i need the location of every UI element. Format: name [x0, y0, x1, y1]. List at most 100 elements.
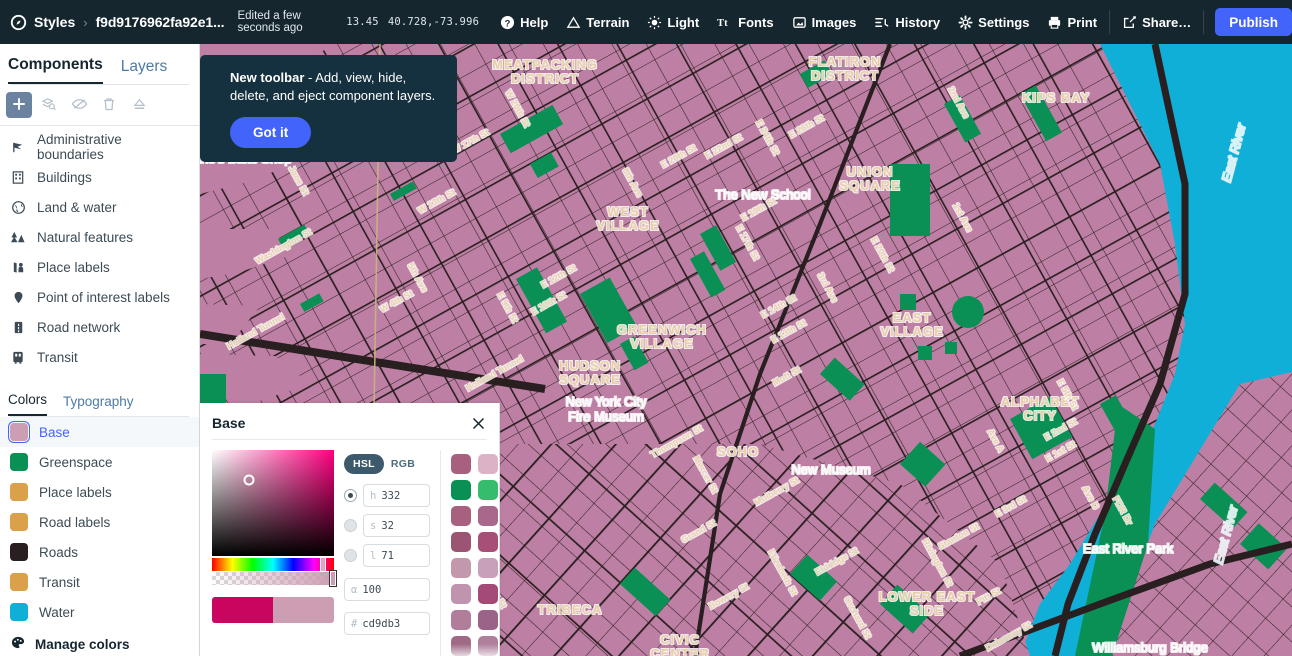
color-item-transit[interactable]: Transit: [0, 567, 199, 597]
alpha-input-label: α: [351, 583, 358, 596]
color-item-roads[interactable]: Roads: [0, 537, 199, 567]
component-item-buildings[interactable]: Buildings: [0, 162, 199, 192]
tab-layers[interactable]: Layers: [121, 58, 168, 84]
hue-slider-handle[interactable]: [320, 557, 326, 572]
component-item-administrative-boundaries[interactable]: Administrative boundaries: [0, 132, 199, 162]
menu-settings[interactable]: Settings: [949, 0, 1038, 44]
hue-radio[interactable]: [344, 489, 357, 502]
close-icon[interactable]: [472, 417, 485, 430]
swatch-cell[interactable]: [478, 610, 499, 630]
menu-history[interactable]: History: [865, 0, 949, 44]
menu-print[interactable]: Print: [1038, 0, 1106, 44]
component-item-poi-labels[interactable]: Point of interest labels: [0, 282, 199, 312]
component-item-natural-features[interactable]: Natural features: [0, 222, 199, 252]
menu-fonts[interactable]: Tt Fonts: [708, 0, 782, 44]
neighborhood-label: HUDSON: [559, 358, 621, 373]
alpha-input[interactable]: α 100: [344, 578, 431, 601]
color-swatch: [8, 421, 30, 443]
component-item-place-labels[interactable]: Place labels: [0, 252, 199, 282]
publish-button[interactable]: Publish: [1215, 8, 1292, 36]
color-item-greenspace[interactable]: Greenspace: [0, 447, 199, 477]
color-item-water[interactable]: Water: [0, 597, 199, 627]
saturation-radio[interactable]: [344, 519, 357, 532]
color-fields-column: HSL RGB h 332 s 32 l 71 α 100 # cd9db3: [344, 450, 431, 656]
help-circle-icon: ?: [500, 15, 515, 30]
hue-input[interactable]: h 332: [363, 484, 431, 507]
saturation-handle[interactable]: [243, 474, 255, 486]
poi-label: New York City: [566, 394, 647, 409]
terrain-triangle-icon: [566, 15, 581, 30]
add-component-button[interactable]: [6, 92, 32, 118]
neighborhood-label: CIVIC: [660, 632, 700, 647]
eject-component-button[interactable]: [126, 92, 152, 118]
swatch-cell[interactable]: [478, 558, 499, 578]
menu-share[interactable]: Share…: [1113, 0, 1200, 44]
tab-colors[interactable]: Colors: [8, 392, 48, 416]
tab-components[interactable]: Components: [8, 56, 103, 84]
share-external-icon: [1122, 15, 1137, 30]
swatch-cell[interactable]: [478, 480, 499, 500]
swatch-cell[interactable]: [478, 584, 499, 604]
swatch-cell[interactable]: [451, 610, 472, 630]
color-picker-body: HSL RGB h 332 s 32 l 71 α 100 # cd9db3: [200, 440, 499, 656]
hue-slider[interactable]: [212, 557, 334, 572]
zoom-level: 13.45: [346, 16, 379, 28]
swatch-cell[interactable]: [478, 454, 499, 474]
swatch-cell[interactable]: [451, 506, 472, 526]
menu-light[interactable]: Light: [638, 0, 708, 44]
tab-typography[interactable]: Typography: [63, 394, 134, 416]
got-it-button[interactable]: Got it: [230, 117, 312, 148]
breadcrumb-style-id[interactable]: f9d9176962fa92e1...: [96, 14, 225, 30]
menu-help[interactable]: ? Help: [491, 0, 557, 44]
alpha-field-row: α 100: [344, 578, 431, 601]
saturation-input[interactable]: s 32: [363, 514, 431, 537]
swatch-cell[interactable]: [478, 506, 499, 526]
alpha-slider-handle[interactable]: [329, 570, 337, 587]
color-swatch: [10, 453, 28, 471]
neighborhood-label: SOHO: [717, 444, 759, 459]
component-item-land-water[interactable]: Land & water: [0, 192, 199, 222]
component-item-road-network[interactable]: Road network: [0, 312, 199, 342]
trash-icon: [102, 96, 116, 115]
saturation-value-area[interactable]: [212, 450, 334, 556]
globe-icon: [10, 200, 26, 215]
breadcrumb-styles-link[interactable]: Styles: [34, 14, 75, 30]
hide-component-button[interactable]: [66, 92, 92, 118]
neighborhood-label: FLATIRON: [809, 54, 882, 69]
neighborhood-label: DISTRICT: [811, 68, 879, 83]
mode-hsl-button[interactable]: HSL: [344, 454, 384, 474]
hex-input-label: #: [351, 617, 358, 630]
neighborhood-label: SQUARE: [559, 372, 621, 387]
color-preview-current[interactable]: [273, 597, 334, 623]
lightness-input[interactable]: l 71: [363, 544, 431, 567]
color-item-base[interactable]: Base: [0, 417, 199, 447]
hex-input-value: cd9db3: [362, 617, 401, 630]
swatch-cell[interactable]: [451, 454, 472, 474]
swatch-cell[interactable]: [451, 636, 472, 656]
menu-terrain[interactable]: Terrain: [557, 0, 638, 44]
color-preview-previous[interactable]: [212, 597, 273, 623]
color-item-place-labels[interactable]: Place labels: [0, 477, 199, 507]
swatch-cell[interactable]: [451, 532, 472, 552]
swatch-cell[interactable]: [451, 558, 472, 578]
recent-swatches-column: [440, 450, 499, 656]
menu-images[interactable]: Images: [783, 0, 866, 44]
swatch-cell[interactable]: [451, 480, 472, 500]
view-component-button[interactable]: [36, 92, 62, 118]
menu-divider-2: [1203, 10, 1205, 34]
swatch-cell[interactable]: [451, 584, 472, 604]
component-toolbar: [0, 85, 199, 126]
component-item-transit[interactable]: Transit: [0, 342, 199, 372]
hex-input[interactable]: # cd9db3: [344, 612, 431, 635]
manage-colors-button[interactable]: Manage colors: [0, 627, 199, 653]
alpha-slider[interactable]: [212, 570, 337, 587]
swatch-cell[interactable]: [478, 532, 499, 552]
swatch-cell[interactable]: [478, 636, 499, 656]
delete-component-button[interactable]: [96, 92, 122, 118]
mode-rgb-button[interactable]: RGB: [391, 458, 415, 470]
menu-images-label: Images: [811, 14, 857, 30]
neighborhood-label: GREENWICH: [617, 322, 707, 337]
lightness-radio[interactable]: [344, 549, 357, 562]
color-item-road-labels[interactable]: Road labels: [0, 507, 199, 537]
neighborhood-label: SQUARE: [839, 178, 901, 193]
